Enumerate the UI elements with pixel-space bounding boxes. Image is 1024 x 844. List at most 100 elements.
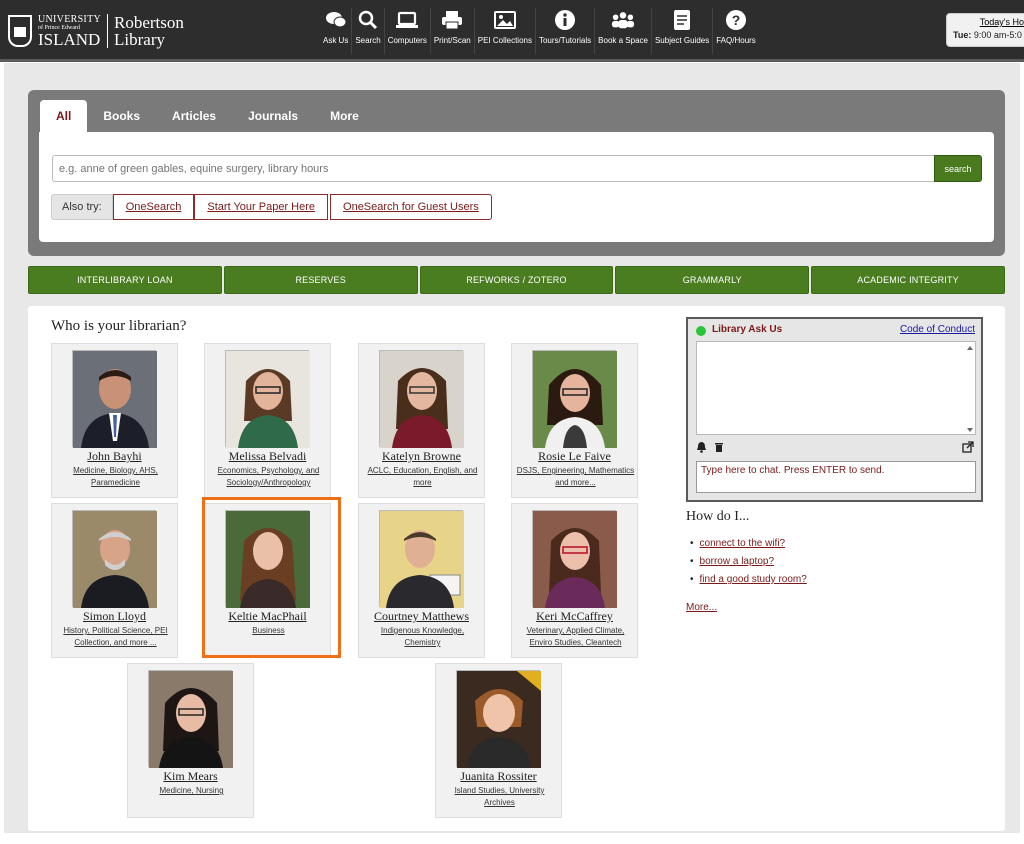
librarian-card[interactable]: Katelyn Browne ACLC, Education, English,… [358,343,485,498]
chat-input[interactable]: Type here to chat. Press ENTER to send. [696,461,976,493]
list-item[interactable]: connect to the wifi? [690,535,807,553]
librarian-card[interactable]: John Bayhi Medicine, Biology, AHS, Param… [51,343,178,498]
people-icon [611,8,635,32]
chat-scrollbar[interactable] [966,344,974,434]
librarian-name[interactable]: Rosie Le Faive [512,449,637,464]
chat-title: Library Ask Us [712,324,783,335]
librarian-photo[interactable] [532,510,617,608]
librarian-photo[interactable] [72,350,157,448]
librarian-subjects[interactable]: Indigenous Knowledge, Chemistry [363,625,482,649]
interlibrary-loan-button[interactable]: INTERLIBRARY LOAN [28,266,222,294]
top-bar: UNIVERSITY of Prince Edward ISLAND Rober… [0,0,1024,62]
search-input[interactable] [52,155,935,182]
librarian-photo[interactable] [148,670,233,768]
tab-more[interactable]: More [314,100,375,132]
librarian-subjects[interactable]: History, Political Science, PEI Collecti… [56,625,175,649]
more-link[interactable]: More... [686,602,717,613]
hours-day: Tue: [953,30,972,40]
nav-subject-guides[interactable]: Subject Guides [652,8,714,54]
librarian-card[interactable]: Keri McCaffrey Veterinary, Applied Clima… [511,503,638,658]
guide-icon [670,8,694,32]
librarian-card[interactable]: Rosie Le Faive DSJS, Engineering, Mathem… [511,343,638,498]
librarian-subjects[interactable]: ACLC, Education, English, and more [363,465,482,489]
search-button[interactable]: search [934,155,982,182]
librarians-heading: Who is your librarian? [51,318,187,334]
svg-text:?: ? [732,12,741,28]
librarian-name[interactable]: Melissa Belvadi [205,449,330,464]
info-icon [553,8,577,32]
librarian-subjects[interactable]: Economics, Psychology, and Sociology/Ant… [209,465,328,489]
printer-icon [440,8,464,32]
refworks-zotero-button[interactable]: REFWORKS / ZOTERO [419,266,614,294]
librarian-photo[interactable] [379,510,464,608]
librarian-card[interactable]: Courtney Matthews Indigenous Knowledge, … [358,503,485,658]
nav-faq-hours[interactable]: ? FAQ/Hours [713,8,759,54]
popout-icon[interactable] [962,441,974,456]
tab-all[interactable]: All [40,100,88,132]
image-icon [493,8,517,32]
reserves-button[interactable]: RESERVES [223,266,418,294]
search-box-area [39,132,994,242]
nav-pei-collections[interactable]: PEI Collections [475,8,536,54]
librarian-card[interactable]: Kim Mears Medicine, Nursing [127,663,254,818]
chat-log[interactable] [696,341,976,435]
code-of-conduct-link[interactable]: Code of Conduct [900,324,975,335]
start-your-paper-link[interactable]: Start Your Paper Here [194,194,329,220]
nav-search[interactable]: Search [352,8,385,54]
list-item[interactable]: borrow a laptop? [690,553,807,571]
question-icon: ? [724,8,748,32]
librarian-name[interactable]: Juanita Rossiter [436,769,561,784]
nav-ask-us[interactable]: Ask Us [320,8,353,54]
librarian-name[interactable]: Keri McCaffrey [512,609,637,624]
librarian-subjects[interactable]: Veterinary, Applied Climate, Enviro Stud… [516,625,635,649]
chat-header: Library Ask Us Code of Conduct [688,321,981,339]
librarian-subjects[interactable]: Medicine, Biology, AHS, Paramedicine [56,465,175,489]
main-nav: Ask Us Search Computers Print/Scan PEI C… [320,8,759,54]
onesearch-link[interactable]: OneSearch [112,194,195,220]
librarian-photo[interactable] [456,670,541,768]
librarian-name[interactable]: John Bayhi [52,449,177,464]
nav-tours-tutorials[interactable]: Tours/Tutorials [536,8,596,54]
librarian-name[interactable]: Katelyn Browne [359,449,484,464]
librarian-name[interactable]: Courtney Matthews [359,609,484,624]
librarian-card[interactable]: Simon Lloyd History, Political Science, … [51,503,178,658]
search-icon [356,8,380,32]
grammarly-button[interactable]: GRAMMARLY [615,266,810,294]
bell-icon[interactable] [696,441,707,456]
librarian-card[interactable]: Juanita Rossiter Island Studies, Univers… [435,663,562,818]
tab-books[interactable]: Books [87,100,156,132]
nav-print-scan[interactable]: Print/Scan [431,8,475,54]
upei-logo[interactable]: UNIVERSITY of Prince Edward ISLAND Rober… [8,10,184,52]
todays-hours-box[interactable]: Today's Hou Tue: 9:00 am-5:0 [946,13,1024,47]
onesearch-guest-link[interactable]: OneSearch for Guest Users [330,194,492,220]
nav-computers[interactable]: Computers [385,8,431,54]
librarian-subjects[interactable]: Island Studies, University Archives [440,785,559,809]
librarian-photo[interactable] [532,350,617,448]
tab-journals[interactable]: Journals [232,100,314,132]
crest-icon [8,15,32,47]
laptop-icon [395,8,419,32]
also-try-bar: Also try: OneSearch Start Your Paper Her… [51,194,492,220]
librarian-photo[interactable] [225,350,310,448]
list-item[interactable]: find a good study room? [690,571,807,589]
librarian-subjects[interactable]: DSJS, Engineering, Mathematics and more.… [516,465,635,489]
todays-hours-link[interactable]: Today's Hou [953,17,1024,27]
nav-book-a-space[interactable]: Book a Space [595,8,652,54]
trash-icon[interactable] [714,441,724,456]
chat-bubbles-icon [324,8,348,32]
university-name-line3: ISLAND [38,29,101,49]
librarian-photo[interactable] [72,510,157,608]
also-try-label: Also try: [51,194,113,220]
search-tabs: All Books Articles Journals More [40,100,375,132]
librarian-photo[interactable] [379,350,464,448]
how-do-i-list: connect to the wifi? borrow a laptop? fi… [690,535,807,589]
librarian-subjects[interactable]: Medicine, Nursing [132,785,251,797]
online-status-dot [696,326,706,336]
academic-integrity-button[interactable]: ACADEMIC INTEGRITY [811,266,1005,294]
librarian-card[interactable]: Melissa Belvadi Economics, Psychology, a… [204,343,331,498]
how-do-i-heading: How do I... [686,509,750,524]
librarian-name[interactable]: Simon Lloyd [52,609,177,624]
selection-highlight [202,497,341,658]
librarian-name[interactable]: Kim Mears [128,769,253,784]
tab-articles[interactable]: Articles [156,100,232,132]
